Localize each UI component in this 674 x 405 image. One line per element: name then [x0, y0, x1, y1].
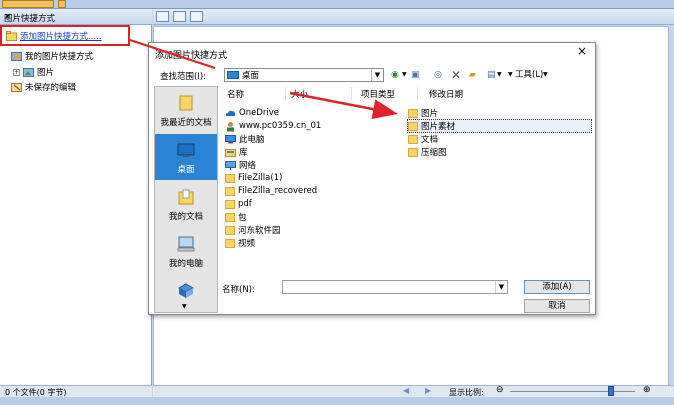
annotation-arrow [289, 91, 398, 120]
annotation-arrow-line [129, 39, 216, 69]
annotation-arrows [129, 39, 398, 120]
